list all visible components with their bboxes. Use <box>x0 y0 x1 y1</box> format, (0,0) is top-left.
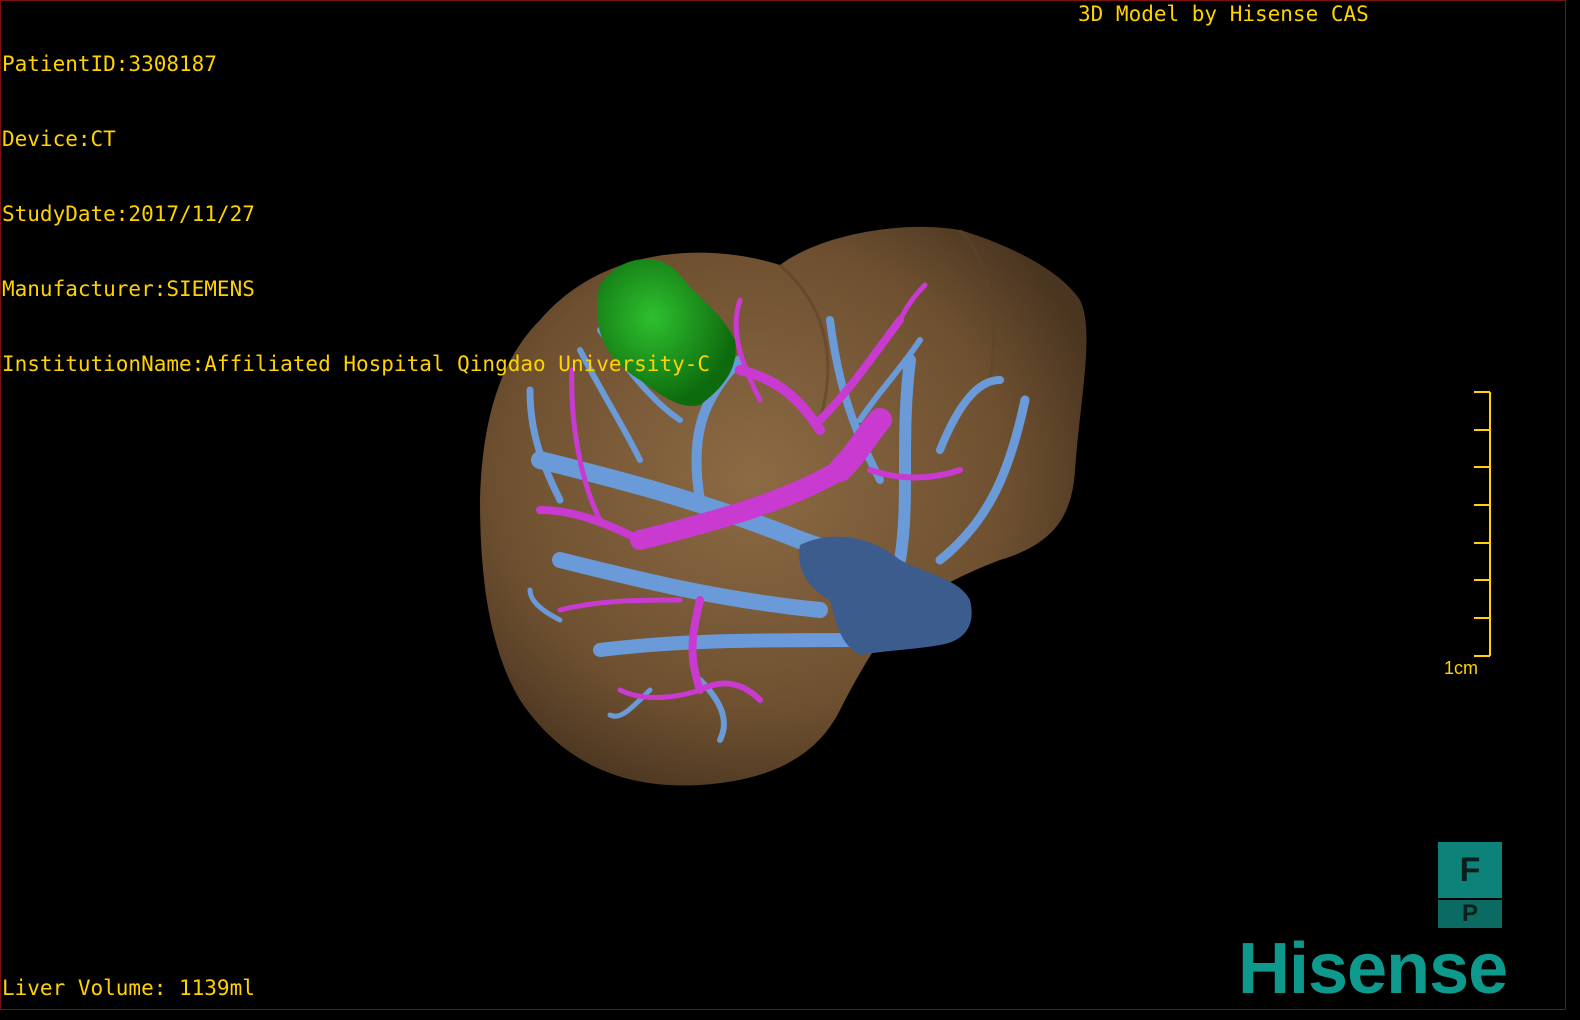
hisense-logo: Hisense <box>1238 929 1508 1009</box>
device: Device:CT <box>2 127 116 151</box>
study-date: StudyDate:2017/11/27 <box>2 202 255 226</box>
manufacturer: Manufacturer:SIEMENS <box>2 277 255 301</box>
liver-volume: Liver Volume: 1139ml <box>2 976 255 1000</box>
scale-bar <box>1474 391 1491 657</box>
orientation-posterior: P <box>1438 900 1502 928</box>
patient-info: PatientID:3308187 Device:CT StudyDate:20… <box>2 2 710 402</box>
institution-name: InstitutionName:Affiliated Hospital Qing… <box>2 352 711 376</box>
orientation-front: F <box>1438 842 1502 898</box>
patient-id: PatientID:3308187 <box>2 52 217 76</box>
scale-bar-label: 1cm <box>1444 658 1479 678</box>
orientation-indicator: F P <box>1438 842 1502 928</box>
model-credit: 3D Model by Hisense CAS <box>1078 2 1369 26</box>
